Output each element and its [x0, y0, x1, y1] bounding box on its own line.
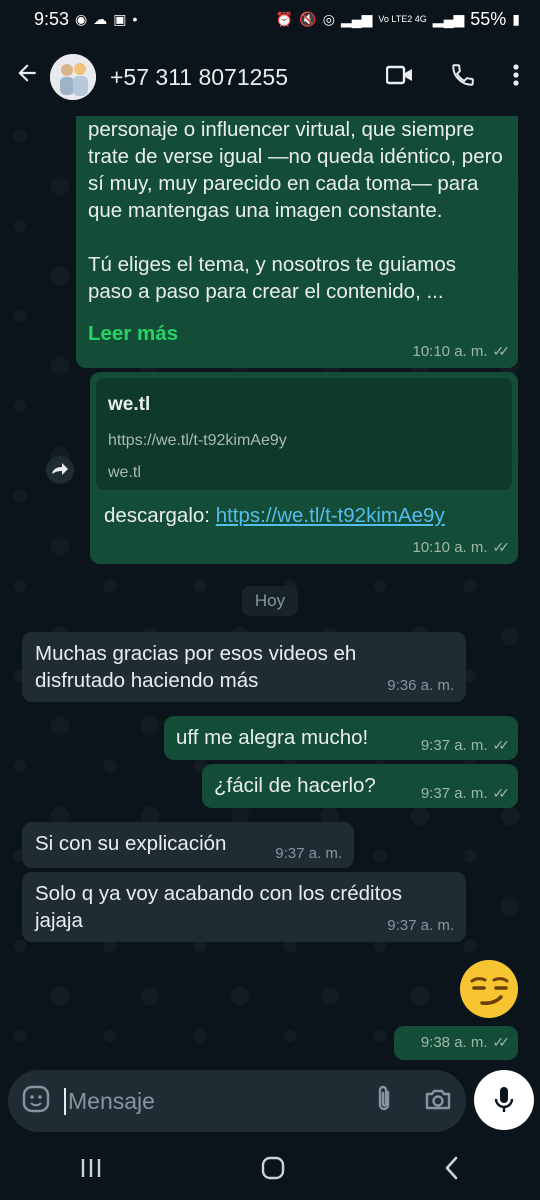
- image-icon: ▣: [113, 10, 127, 27]
- message-link[interactable]: https://we.tl/t-t92kimAe9y: [216, 504, 445, 527]
- more-options-icon[interactable]: [512, 63, 520, 92]
- battery-level: 55%: [470, 8, 507, 29]
- message-text: ¿fácil de hacerlo?: [214, 774, 376, 797]
- message-time: 10:10 a. m.: [412, 343, 488, 360]
- day-separator: Hoy: [242, 586, 298, 616]
- status-left: 9:53 ◉ ☁ ▣ •: [34, 9, 137, 30]
- message-prefix: descargalo:: [104, 504, 210, 527]
- message-meta: 10:10 a. m. ✓✓: [412, 539, 511, 556]
- message-meta: 9:37 a. m.: [387, 917, 454, 934]
- link-title: we.tl: [108, 394, 151, 415]
- message-input[interactable]: Mensaje: [64, 1087, 374, 1115]
- chat-area[interactable]: personaje o influencer virtual, que siem…: [0, 116, 540, 1066]
- message-meta: 9:37 a. m. ✓✓: [420, 785, 511, 802]
- double-check-icon: ✓✓: [492, 737, 511, 753]
- double-check-icon: ✓✓: [492, 343, 511, 359]
- whatsapp-icon: ◉: [75, 10, 88, 27]
- signal-icon-2: ▂▄▆: [432, 10, 465, 27]
- message-meta: 9:38 a. m. ✓✓: [420, 1034, 511, 1051]
- message-bubble-outgoing[interactable]: ¿fácil de hacerlo? 9:37 a. m. ✓✓: [202, 764, 518, 808]
- recent-apps-icon[interactable]: [79, 1157, 103, 1184]
- message-text: Si con su explicación: [35, 832, 227, 855]
- hotspot-icon: ◎: [322, 10, 335, 27]
- message-bubble-outgoing[interactable]: 9:38 a. m. ✓✓: [394, 1026, 518, 1060]
- message-bubble-incoming[interactable]: Solo q ya voy acabando con los créditos …: [22, 872, 466, 942]
- back-arrow-icon[interactable]: [14, 60, 42, 94]
- message-meta: 9:37 a. m.: [275, 845, 342, 862]
- microphone-button[interactable]: [474, 1070, 534, 1130]
- status-bar: 9:53 ◉ ☁ ▣ • ⏰ 🔇 ◎ ▂▄▆ Vo LTE2 4G ▂▄▆ 55…: [0, 0, 540, 38]
- message-text: descargalo: https://we.tl/t-t92kimAe9y: [104, 502, 445, 529]
- message-time: 9:36 a. m.: [387, 677, 454, 694]
- sticker-icon[interactable]: [22, 1085, 50, 1118]
- read-more-link[interactable]: Leer más: [88, 320, 178, 347]
- network-type: Vo LTE2 4G: [378, 13, 427, 24]
- message-meta: 9:36 a. m.: [387, 677, 454, 694]
- battery-icon: ▮: [512, 10, 520, 27]
- link-url: https://we.tl/t-t92kimAe9y: [108, 432, 287, 449]
- status-time: 9:53: [34, 8, 70, 29]
- mute-icon: 🔇: [299, 10, 317, 27]
- message-text: Muchas gracias por esos videos eh disfru…: [35, 642, 357, 692]
- double-check-icon: ✓✓: [492, 1034, 511, 1050]
- back-nav-icon[interactable]: [443, 1155, 461, 1186]
- message-bubble-outgoing[interactable]: personaje o influencer virtual, que siem…: [76, 116, 518, 368]
- message-bubble-link[interactable]: we.tl https://we.tl/t-t92kimAe9y we.tl d…: [90, 372, 518, 564]
- message-bubble-incoming[interactable]: Si con su explicación 9:37 a. m.: [22, 822, 354, 868]
- message-time: 9:37 a. m.: [275, 845, 342, 862]
- voice-call-icon[interactable]: [450, 62, 476, 93]
- cloud-icon: ☁: [93, 10, 108, 27]
- message-text: personaje o influencer virtual, que siem…: [88, 118, 503, 303]
- message-text: Solo q ya voy acabando con los créditos …: [35, 882, 402, 932]
- message-text: uff me alegra mucho!: [176, 726, 369, 749]
- forward-icon[interactable]: [44, 456, 76, 484]
- microphone-icon: [494, 1087, 514, 1112]
- link-preview-card[interactable]: we.tl https://we.tl/t-t92kimAe9y we.tl: [96, 378, 512, 490]
- message-time: 9:37 a. m.: [420, 785, 488, 802]
- signal-icon: ▂▄▆: [340, 10, 373, 27]
- link-domain: we.tl: [108, 464, 141, 481]
- contact-name[interactable]: +57 311 8071255: [110, 64, 386, 91]
- chat-header: +57 311 8071255: [0, 38, 540, 116]
- avatar[interactable]: [50, 54, 96, 100]
- message-time: 10:10 a. m.: [412, 539, 488, 556]
- message-meta: 9:37 a. m. ✓✓: [420, 737, 511, 754]
- message-bubble-incoming[interactable]: Muchas gracias por esos videos eh disfru…: [22, 632, 466, 702]
- message-time: 9:37 a. m.: [420, 737, 488, 754]
- message-time: 9:38 a. m.: [420, 1034, 488, 1051]
- attach-icon[interactable]: [374, 1084, 394, 1119]
- system-nav-bar: [0, 1140, 540, 1200]
- double-check-icon: ✓✓: [492, 785, 511, 801]
- message-time: 9:37 a. m.: [387, 917, 454, 934]
- alarm-icon: ⏰: [275, 10, 294, 27]
- double-check-icon: ✓✓: [492, 539, 511, 555]
- camera-icon[interactable]: [424, 1087, 452, 1116]
- dot-icon: •: [132, 11, 138, 27]
- message-bubble-outgoing[interactable]: uff me alegra mucho! 9:37 a. m. ✓✓: [164, 716, 518, 760]
- message-input-bar: Mensaje: [8, 1070, 466, 1132]
- message-emoji[interactable]: [458, 958, 520, 1020]
- video-call-icon[interactable]: [385, 64, 414, 91]
- home-icon[interactable]: [260, 1155, 286, 1186]
- message-meta: 10:10 a. m. ✓✓: [412, 343, 511, 360]
- smirk-emoji-icon: [460, 960, 518, 1018]
- status-right: ⏰ 🔇 ◎ ▂▄▆ Vo LTE2 4G ▂▄▆ 55% ▮: [276, 9, 520, 30]
